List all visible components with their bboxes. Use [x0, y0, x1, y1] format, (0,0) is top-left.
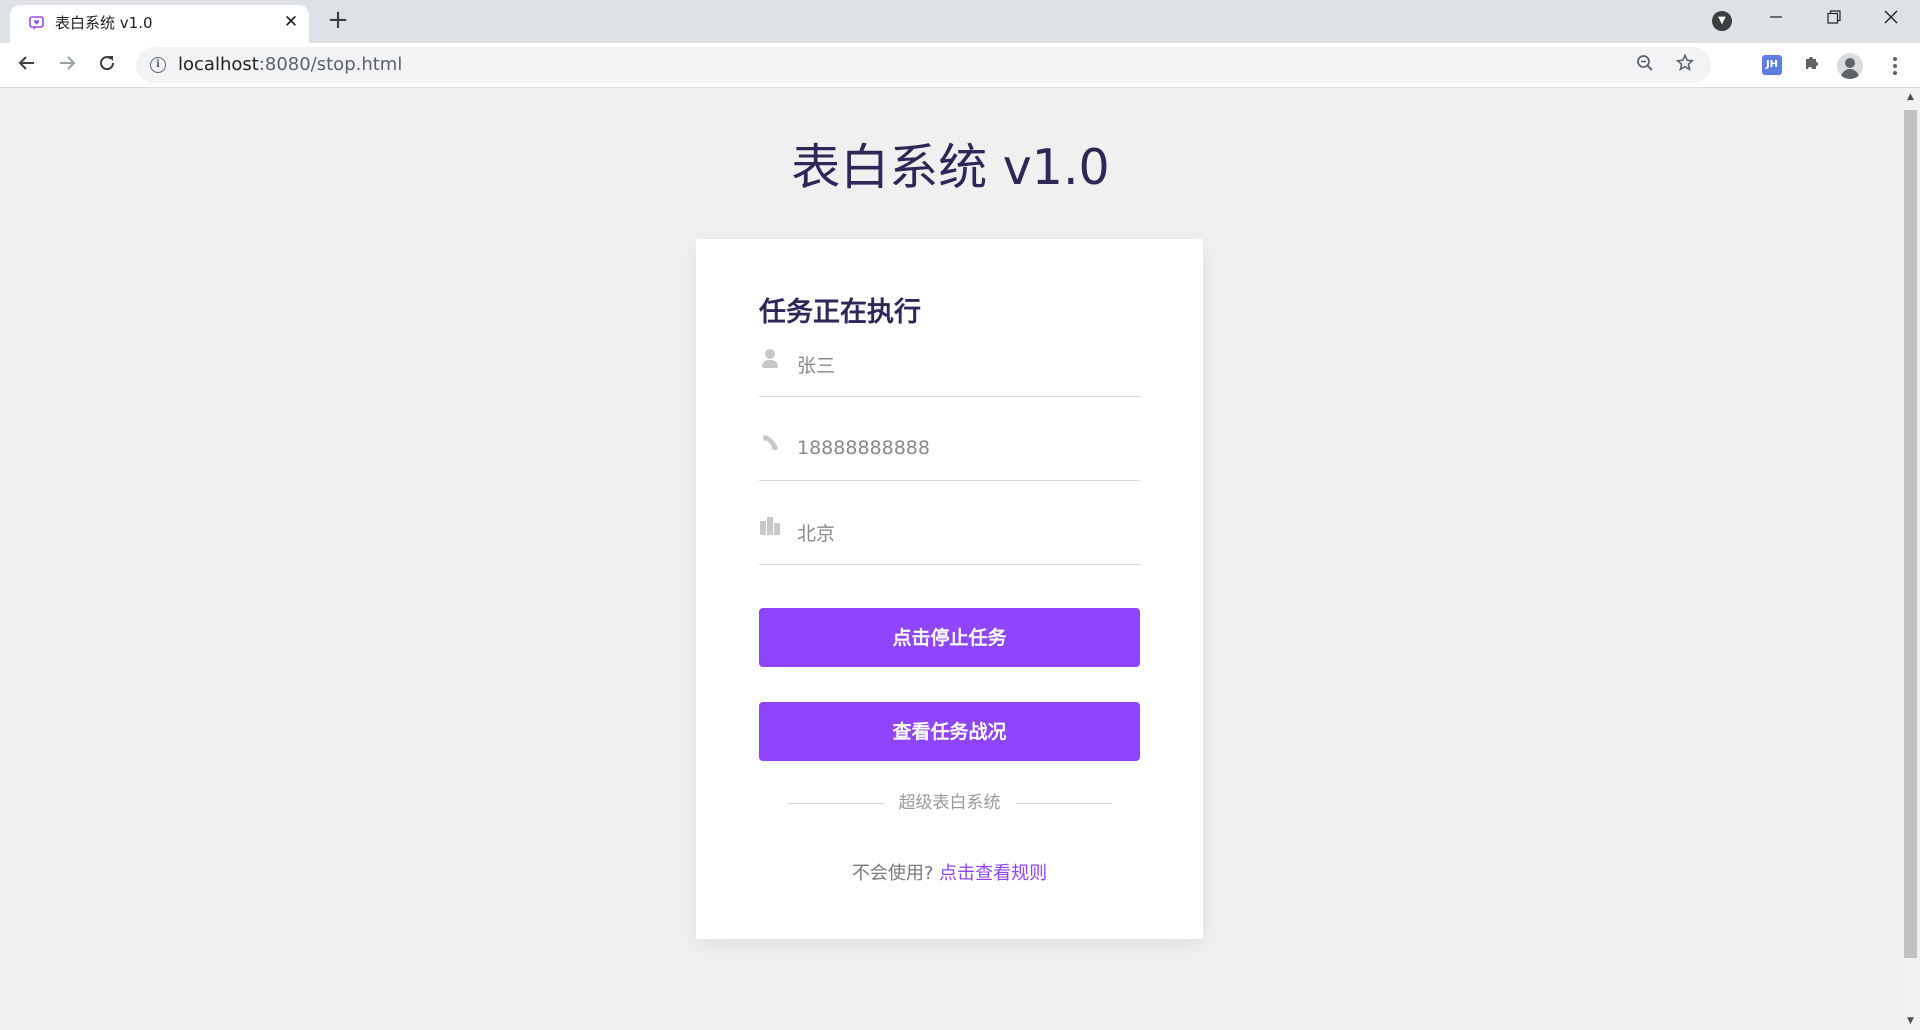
- page-viewport: 表白系统 v1.0 任务正在执行 点击停止任务 查看任务战况: [0, 89, 1901, 1030]
- divider-text: 超级表白系统: [898, 793, 1001, 813]
- browser-toolbar: i localhost:8080/stop.html JH: [0, 43, 1920, 88]
- help-text: 不会使用?: [851, 863, 934, 884]
- scroll-up-arrow-icon[interactable]: ▲: [1901, 89, 1920, 106]
- restore-window-icon[interactable]: [1819, 4, 1849, 34]
- card-heading: 任务正在执行: [759, 297, 921, 328]
- jh-extension-icon[interactable]: JH: [1762, 55, 1782, 75]
- page-scrollbar[interactable]: ▲ ▼: [1901, 89, 1920, 1030]
- city-input[interactable]: [797, 519, 1127, 545]
- page-favicon-icon: [28, 14, 45, 31]
- tab-search-icon[interactable]: ▼: [1712, 11, 1732, 31]
- forward-arrow-icon[interactable]: [52, 50, 82, 80]
- phone-input[interactable]: [797, 435, 1127, 461]
- browser-tab-bar: 表白系统 v1.0 ✕ + ▼: [0, 0, 1920, 43]
- phone-field[interactable]: [759, 423, 1140, 481]
- profile-avatar-icon[interactable]: [1837, 53, 1863, 79]
- address-bar[interactable]: i localhost:8080/stop.html: [136, 47, 1711, 83]
- building-icon: [759, 515, 781, 539]
- site-info-icon[interactable]: i: [150, 57, 166, 73]
- name-field[interactable]: [759, 339, 1140, 397]
- scrollbar-thumb[interactable]: [1904, 110, 1917, 958]
- url-text[interactable]: localhost:8080/stop.html: [178, 55, 402, 75]
- back-arrow-icon[interactable]: [12, 50, 42, 80]
- view-task-status-button[interactable]: 查看任务战况: [759, 702, 1140, 761]
- stop-task-button[interactable]: 点击停止任务: [759, 608, 1140, 667]
- new-tab-button[interactable]: +: [325, 7, 351, 34]
- scroll-down-arrow-icon[interactable]: ▼: [1901, 1013, 1920, 1030]
- tab-title: 表白系统 v1.0: [55, 14, 153, 32]
- url-path: :8080/stop.html: [258, 54, 403, 75]
- city-field[interactable]: [759, 507, 1140, 565]
- help-row: 不会使用? 点击查看规则: [696, 862, 1203, 886]
- url-host: localhost: [178, 54, 259, 75]
- minimize-window-icon[interactable]: [1761, 4, 1791, 34]
- name-input[interactable]: [797, 351, 1127, 377]
- phone-icon: [759, 431, 781, 455]
- reload-icon[interactable]: [92, 50, 122, 80]
- page-title: 表白系统 v1.0: [791, 139, 1110, 196]
- close-window-icon[interactable]: [1876, 4, 1906, 34]
- browser-tab[interactable]: 表白系统 v1.0 ✕: [10, 5, 309, 43]
- browser-menu-icon[interactable]: [1887, 53, 1903, 79]
- tab-close-icon[interactable]: ✕: [280, 11, 302, 33]
- zoom-icon[interactable]: [1634, 54, 1656, 76]
- user-icon: [759, 347, 781, 371]
- bookmark-star-icon[interactable]: [1674, 53, 1696, 76]
- task-card: 任务正在执行 点击停止任务 查看任务战况 超级表白系: [696, 239, 1203, 939]
- extensions-puzzle-icon[interactable]: [1801, 54, 1823, 76]
- view-rules-link[interactable]: 点击查看规则: [939, 863, 1047, 884]
